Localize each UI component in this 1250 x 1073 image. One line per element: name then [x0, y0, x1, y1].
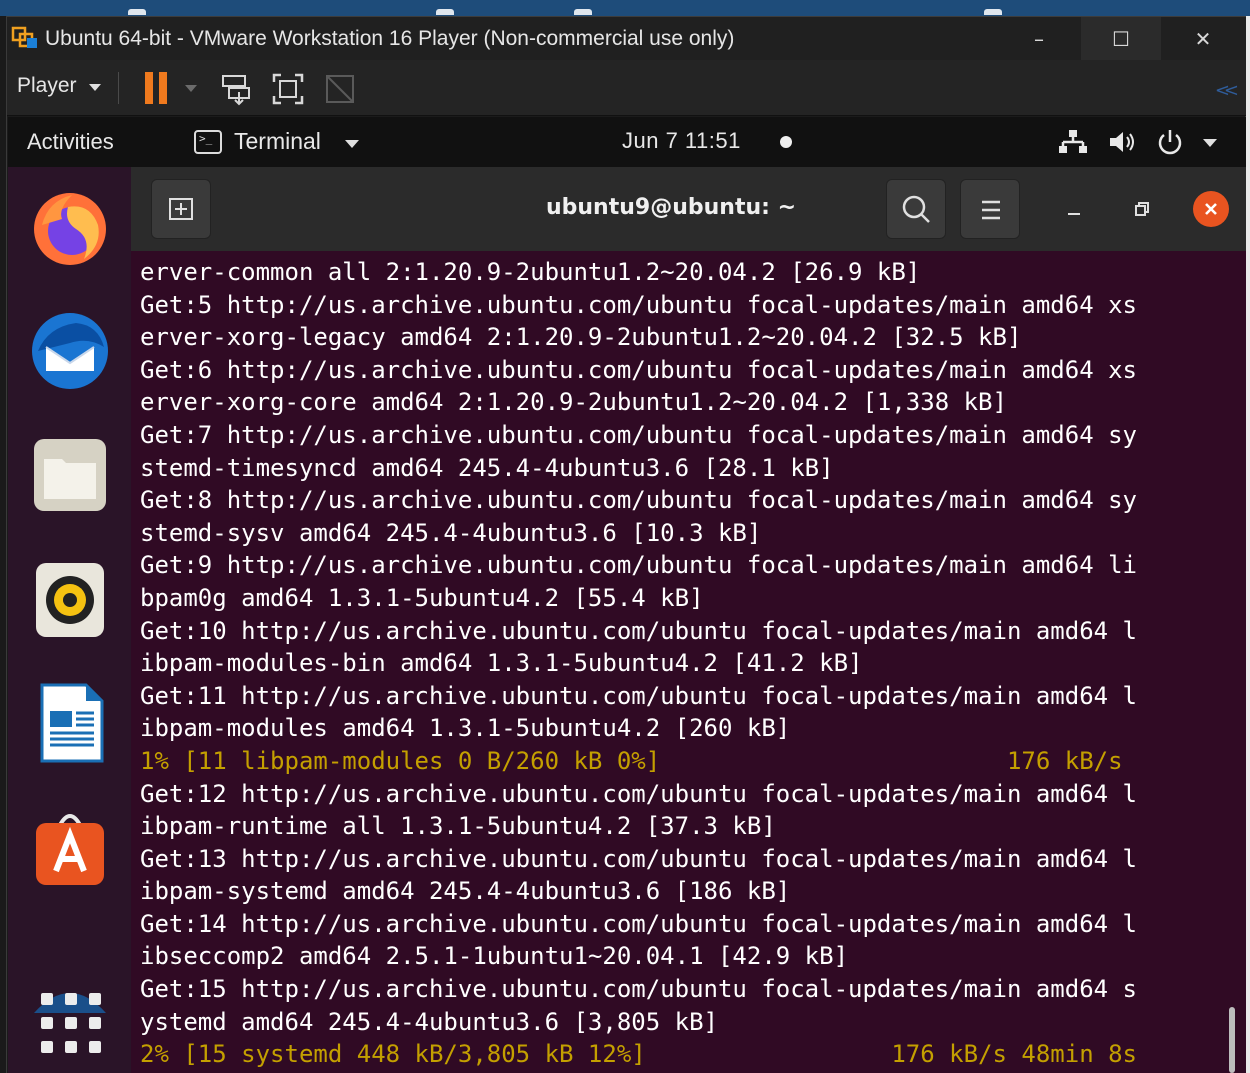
minimize-icon	[1068, 213, 1080, 215]
restore-icon	[1135, 202, 1149, 216]
vmware-window: Ubuntu 64-bit - VMware Workstation 16 Pl…	[6, 16, 1247, 1073]
minimize-button[interactable]: –	[999, 17, 1079, 61]
terminal-line: ibpam-systemd amd64 245.4-4ubuntu3.6 [18…	[140, 877, 791, 906]
terminal-line: stemd-timesyncd amd64 245.4-4ubuntu3.6 […	[140, 453, 834, 482]
vmware-titlebar[interactable]: Ubuntu 64-bit - VMware Workstation 16 Pl…	[7, 16, 1247, 61]
maximize-button[interactable]: ☐	[1081, 17, 1161, 61]
ubuntu-guest-screen: Activities Terminal Jun 7 11:51	[8, 117, 1246, 1073]
pause-icon[interactable]	[145, 72, 169, 104]
toolbar-divider	[118, 72, 119, 104]
terminal-line: ystemd amd64 245.4-4ubuntu3.6 [3,805 kB]	[140, 1007, 718, 1036]
terminal-line: 2% [15 systemd 448 kB/3,805 kB 12%] 176 …	[140, 1040, 1137, 1069]
terminal-window: ubuntu9@ubuntu: ~ erver-common all 2:1.2…	[131, 167, 1246, 1073]
terminal-scrollbar[interactable]	[1229, 1007, 1235, 1073]
full-screen-icon[interactable]	[271, 72, 305, 106]
files-icon[interactable]	[28, 433, 112, 517]
close-icon	[1205, 203, 1217, 215]
terminal-headerbar[interactable]: ubuntu9@ubuntu: ~	[131, 167, 1246, 251]
search-button[interactable]	[886, 179, 946, 239]
terminal-line: Get:15 http://us.archive.ubuntu.com/ubun…	[140, 975, 1137, 1004]
notification-dot-icon	[780, 136, 792, 148]
search-icon	[902, 195, 930, 223]
terminal-line: bpam0g amd64 1.3.1-5ubuntu4.2 [55.4 kB]	[140, 583, 704, 612]
host-icon	[436, 9, 454, 15]
libreoffice-writer-icon[interactable]	[28, 681, 112, 765]
ubuntu-dock	[8, 167, 131, 1073]
firefox-icon[interactable]	[28, 185, 112, 269]
hamburger-menu-icon	[982, 200, 1000, 220]
terminal-line: erver-common all 2:1.20.9-2ubuntu1.2~20.…	[140, 258, 921, 286]
power-icon[interactable]	[1155, 127, 1185, 157]
new-tab-button[interactable]	[151, 179, 211, 239]
chevron-down-icon[interactable]	[185, 85, 197, 92]
terminal-line: ibpam-modules amd64 1.3.1-5ubuntu4.2 [26…	[140, 714, 791, 743]
terminal-line: 1% [11 libpam-modules 0 B/260 kB 0%] 176…	[140, 746, 1123, 775]
host-icon	[984, 9, 1002, 15]
terminal-line: Get:8 http://us.archive.ubuntu.com/ubunt…	[140, 486, 1137, 515]
menu-button[interactable]	[960, 179, 1020, 239]
terminal-line: ibpam-runtime all 1.3.1-5ubuntu4.2 [37.3…	[140, 812, 776, 841]
unity-mode-icon	[326, 75, 354, 103]
app-menu-button[interactable]: Terminal	[234, 128, 321, 155]
ubuntu-software-icon[interactable]	[28, 805, 112, 889]
terminal-line: Get:5 http://us.archive.ubuntu.com/ubunt…	[140, 290, 1137, 319]
host-icon	[128, 9, 146, 15]
show-applications-icon[interactable]	[41, 993, 101, 1053]
terminal-output[interactable]: erver-common all 2:1.20.9-2ubuntu1.2~20.…	[140, 256, 1240, 1073]
clock[interactable]: Jun 7 11:51	[622, 128, 741, 154]
terminal-line: ibpam-modules-bin amd64 1.3.1-5ubuntu4.2…	[140, 649, 863, 678]
player-menu-button[interactable]: Player	[17, 74, 77, 98]
terminal-minimize-button[interactable]	[1056, 191, 1092, 227]
vmware-toolbar: Player <<	[7, 60, 1247, 116]
collapse-arrows-icon[interactable]: <<	[1215, 80, 1239, 101]
vmware-logo-icon	[11, 26, 37, 48]
close-button[interactable]: ✕	[1163, 17, 1243, 61]
terminal-line: erver-xorg-core amd64 2:1.20.9-2ubuntu1.…	[140, 388, 1007, 417]
terminal-line: ibseccomp2 amd64 2.5.1-1ubuntu1~20.04.1 …	[140, 942, 849, 971]
host-icon	[574, 9, 592, 15]
terminal-line: stemd-sysv amd64 245.4-4ubuntu3.6 [10.3 …	[140, 518, 762, 547]
terminal-line: Get:11 http://us.archive.ubuntu.com/ubun…	[140, 681, 1137, 710]
volume-icon[interactable]	[1107, 127, 1137, 157]
terminal-line: Get:14 http://us.archive.ubuntu.com/ubun…	[140, 909, 1137, 938]
new-tab-icon	[169, 198, 193, 220]
terminal-app-icon	[194, 130, 222, 154]
thunderbird-icon[interactable]	[28, 309, 112, 393]
chevron-down-icon[interactable]	[89, 84, 101, 91]
terminal-line: Get:10 http://us.archive.ubuntu.com/ubun…	[140, 616, 1137, 645]
rhythmbox-icon[interactable]	[28, 557, 112, 641]
terminal-line: Get:7 http://us.archive.ubuntu.com/ubunt…	[140, 420, 1137, 449]
host-desktop-strip	[0, 0, 1250, 16]
activities-button[interactable]: Activities	[27, 129, 114, 155]
chevron-down-icon[interactable]	[345, 140, 359, 148]
terminal-close-button[interactable]	[1193, 191, 1229, 227]
host-background-edge	[1246, 16, 1250, 1073]
vmware-window-title: Ubuntu 64-bit - VMware Workstation 16 Pl…	[45, 27, 735, 50]
terminal-line: erver-xorg-legacy amd64 2:1.20.9-2ubuntu…	[140, 323, 1022, 352]
terminal-line: Get:6 http://us.archive.ubuntu.com/ubunt…	[140, 355, 1137, 384]
terminal-line: Get:9 http://us.archive.ubuntu.com/ubunt…	[140, 551, 1137, 580]
send-ctrl-alt-del-icon[interactable]	[219, 72, 253, 106]
terminal-restore-button[interactable]	[1124, 191, 1160, 227]
terminal-title: ubuntu9@ubuntu: ~	[545, 195, 797, 220]
network-icon[interactable]	[1058, 127, 1088, 157]
gnome-top-bar: Activities Terminal Jun 7 11:51	[8, 117, 1246, 167]
terminal-line: Get:12 http://us.archive.ubuntu.com/ubun…	[140, 779, 1137, 808]
chevron-down-icon[interactable]	[1203, 139, 1217, 147]
terminal-line: Get:13 http://us.archive.ubuntu.com/ubun…	[140, 844, 1137, 873]
